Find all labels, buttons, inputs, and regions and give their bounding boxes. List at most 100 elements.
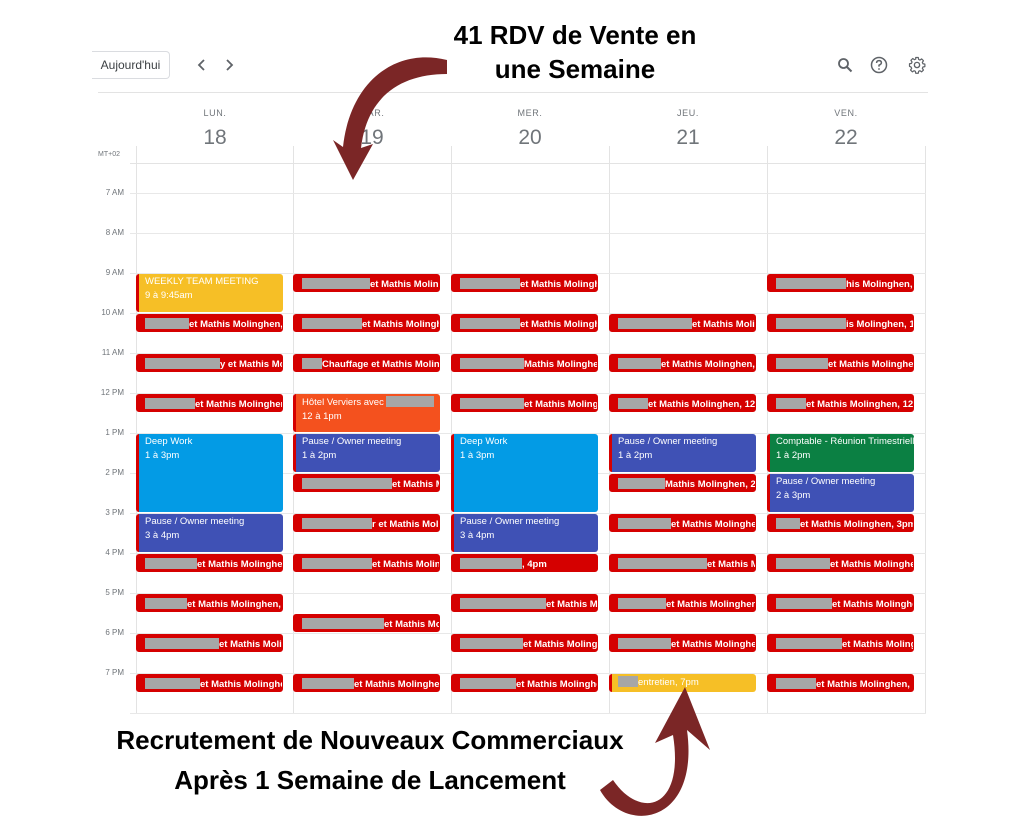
redacted-name [776,678,816,689]
calendar-event[interactable]: Deep Work 1 à 3pm [136,434,283,512]
redacted-name [145,398,195,409]
settings-button[interactable] [906,54,928,76]
redacted-name [776,358,828,369]
event-title-text: et Mathis Molinghen [520,319,597,330]
hour-label: 7 AM [105,188,124,197]
day-number[interactable]: 20 [451,126,609,150]
calendar-event[interactable]: Pause / Owner meeting 1 à 2pm [609,434,756,472]
calendar-event[interactable]: et Mathis Molinghen [136,394,283,412]
chevron-right-icon [226,59,234,71]
calendar-event[interactable]: et Mathis Molinghen, 12pm [609,394,756,412]
calendar-event[interactable]: Comptable - Réunion Trimestrielle 1 à 2pm [767,434,914,472]
calendar-event[interactable]: et Mathis Molinghen [609,634,756,652]
event-title-text: Comptable - Réunion Trimestrielle [776,436,914,447]
calendar-event[interactable]: et Mathis Molinghen [136,674,283,692]
calendar-event[interactable]: et Mathis Molinghen [609,314,756,332]
hour-label: 4 PM [105,548,124,557]
event-title-text: Pause / Owner meeting [460,516,560,527]
redacted-name [302,358,322,369]
day-number[interactable]: 21 [609,126,767,150]
redacted-name [776,558,830,569]
calendar-event[interactable]: et Mathis Molinghen [451,274,598,292]
redacted-name [460,598,546,609]
calendar-event[interactable]: Hôtel Verviers avec 12 à 1pm [293,394,440,432]
calendar-event[interactable]: et Mathis Molinghen, 12pm [767,394,914,412]
calendar-event[interactable]: Pause / Owner meeting 3 à 4pm [136,514,283,552]
event-time: 2 à 3pm [776,490,811,501]
calendar-event[interactable]: y et Mathis Molinghen [136,354,283,372]
calendar-event[interactable]: his Molinghen, 9 [767,274,914,292]
calendar-event[interactable]: et Mathis Molinghen [451,674,598,692]
previous-week-button[interactable] [192,54,212,76]
event-title: Pause / Owner meeting [460,516,598,528]
calendar-event[interactable]: et Mathis Molinghen [767,354,914,372]
event-title: et Mathis Molinghen [302,678,439,691]
event-title-text: et Mathis Molinghen [195,399,283,410]
event-title-text: et Mathis Molinghen [520,279,597,290]
calendar-event[interactable]: Mathis Molinghen [451,354,598,372]
calendar-event[interactable]: r et Mathis Molinghen [293,514,440,532]
event-title: et Mathis Molinghen [302,618,439,631]
event-title: et Mathis Molinghen [460,278,597,291]
gear-icon [908,56,926,74]
event-title-text: et Mathis Molinghen [546,599,598,610]
event-title: et Mathis Molinghen [460,638,597,651]
today-button[interactable]: Aujourd'hui [92,51,170,79]
calendar-event[interactable]: et Mathis Molinghen [609,554,756,572]
annotation-bottom-line2: Après 1 Semaine de Lancement [174,765,566,795]
event-title-text: is Molinghen, 10 [846,319,914,330]
calendar-event[interactable]: et Mathis Molinghen [293,474,440,492]
calendar-event[interactable]: Chauffage et Mathis Molinghen [293,354,440,372]
calendar-event[interactable]: et Mathis Molinghen [136,554,283,572]
calendar-event[interactable]: et Mathis Molinghen [293,554,440,572]
calendar-event[interactable]: , 4pm [451,554,598,572]
calendar-event[interactable]: et Mathis Molinghen [451,394,598,412]
help-button[interactable] [868,54,890,76]
event-title: et Mathis Molinghen [776,358,913,371]
day-number[interactable]: 22 [767,126,925,150]
event-title-text: et Mathis Molinghen [384,619,439,630]
calendar-event[interactable]: et Mathis Molinghen, [136,594,283,612]
calendar-event[interactable]: is Molinghen, 10 [767,314,914,332]
calendar-event[interactable]: et Mathis Molinghen [293,274,440,292]
event-title-text: et Mathis Molinghen, 1 [189,319,283,330]
calendar-event[interactable]: Deep Work 1 à 3pm [451,434,598,512]
calendar-event[interactable]: et Mathis Molinghen [451,314,598,332]
calendar-event[interactable]: et Mathis Molinghen [293,614,440,632]
calendar-event[interactable]: et Mathis Molinghen [767,554,914,572]
calendar-event[interactable]: et Mathis Molinghen [136,634,283,652]
redacted-name [385,396,434,407]
calendar-event[interactable]: et Mathis Molinghen, 11 [609,354,756,372]
calendar-event[interactable]: WEEKLY TEAM MEETING 9 à 9:45am [136,274,283,312]
hour-label: 3 PM [105,508,124,517]
calendar-event[interactable]: Mathis Molinghen, 2pm [609,474,756,492]
calendar-event[interactable]: et Mathis Molinghen [609,514,756,532]
hour-label: 5 PM [105,588,124,597]
redacted-name [145,318,189,329]
calendar-event[interactable]: Pause / Owner meeting 3 à 4pm [451,514,598,552]
calendar-event[interactable]: et Mathis Molinghen [767,594,914,612]
hour-gridline [130,233,926,234]
event-title-text: et Mathis Molinghen [832,599,913,610]
calendar-event[interactable]: Pause / Owner meeting 1 à 2pm [293,434,440,472]
annotation-top-line2: une Semaine [494,54,656,84]
event-title-text: , 4pm [522,559,547,570]
search-button[interactable] [834,54,856,76]
calendar-event[interactable]: et Mathis Molinghen, [609,594,756,612]
calendar-event[interactable]: et Mathis Molinghen [451,594,598,612]
day-number[interactable]: 18 [136,126,294,150]
calendar-event[interactable]: et Mathis Molinghen [767,634,914,652]
timezone-label: MT+02 [98,151,120,158]
event-title: et Mathis Molinghen [145,678,282,691]
event-title-text: et Mathis Molinghen [200,679,283,690]
next-week-button[interactable] [219,54,239,76]
calendar-event[interactable]: et Mathis Molinghen, 3pm [767,514,914,532]
calendar-event[interactable]: et Mathis Molinghen [451,634,598,652]
calendar-event[interactable]: et Mathis Molinghen [293,314,440,332]
event-title-text: et Mathis Molinghen [372,559,439,570]
calendar-event[interactable]: et Mathis Molinghen, 1 [136,314,283,332]
event-title: et Mathis Molinghen [145,638,282,651]
calendar-event[interactable]: Pause / Owner meeting 2 à 3pm [767,474,914,512]
calendar-event[interactable]: et Mathis Molinghen, [767,674,914,692]
calendar-event[interactable]: et Mathis Molinghen [293,674,440,692]
